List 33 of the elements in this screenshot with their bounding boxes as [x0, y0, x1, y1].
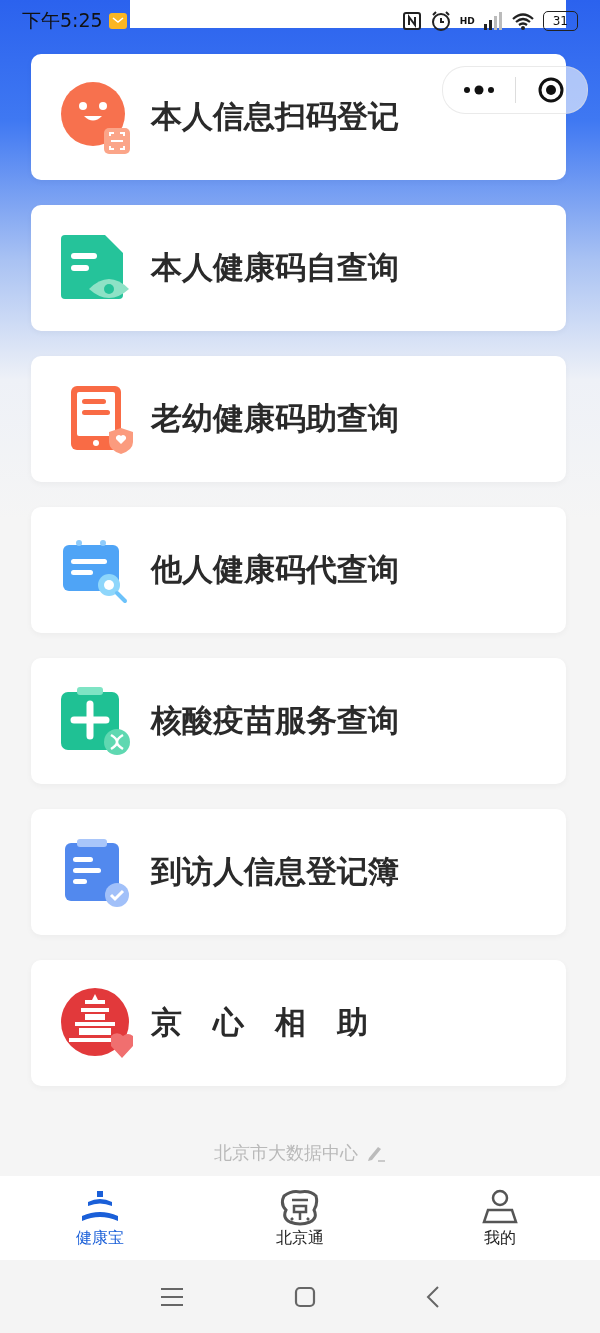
menu-card[interactable]: 本人信息扫码登记 [31, 54, 566, 180]
back-icon[interactable] [426, 1284, 440, 1309]
menu-label: 老幼健康码助查询 [151, 399, 399, 438]
menu-card[interactable]: 本人健康码自查询 [31, 205, 566, 331]
tab[interactable]: 健康宝 [0, 1176, 200, 1260]
menu-label: 本人健康码自查询 [151, 248, 399, 287]
temple-badge-icon [59, 986, 133, 1060]
menu-card[interactable]: 他人健康码代查询 [31, 507, 566, 633]
network-type: HD [459, 16, 475, 26]
menu-card[interactable]: 到访人信息登记簿 [31, 809, 566, 935]
menu-label: 核酸疫苗服务查询 [151, 701, 399, 740]
status-time: 下午5:25 [22, 8, 103, 33]
menu-card[interactable]: 核酸疫苗服务查询 [31, 658, 566, 784]
menu-label: 本人信息扫码登记 [151, 97, 399, 136]
menu-card[interactable]: 老幼健康码助查询 [31, 356, 566, 482]
smiley-face-icon [59, 80, 133, 154]
tab[interactable]: 我的 [400, 1176, 600, 1260]
menu-icon[interactable] [160, 1286, 184, 1307]
menu-label: 到访人信息登记簿 [151, 852, 399, 891]
menu-label: 他人健康码代查询 [151, 550, 399, 589]
alarm-icon [429, 10, 452, 32]
mail-icon [108, 13, 127, 29]
more-icon[interactable] [462, 85, 495, 95]
menu-label: 京 心 相 助 [151, 1003, 368, 1042]
tab[interactable]: 北京通 [200, 1176, 400, 1260]
wifi-icon [510, 12, 535, 30]
home-icon[interactable] [294, 1285, 316, 1308]
signal-icon [482, 12, 503, 30]
footer-text: 北京市大数据中心 [214, 1141, 358, 1165]
menu-card[interactable]: 京 心 相 助 [31, 960, 566, 1086]
medical-plus-icon [59, 684, 133, 758]
nfc-icon [401, 11, 422, 31]
close-target-icon[interactable] [537, 76, 566, 104]
